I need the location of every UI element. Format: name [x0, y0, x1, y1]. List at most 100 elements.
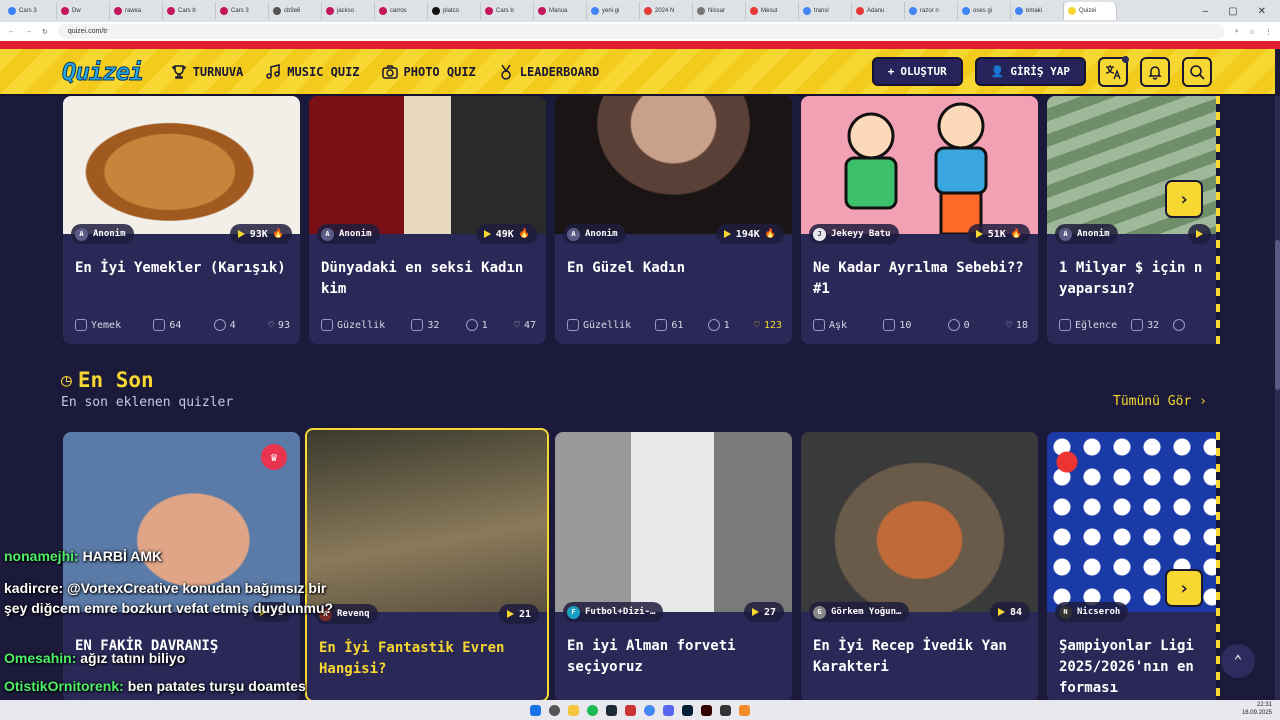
browser-tab[interactable]: Cars 3 [216, 2, 269, 20]
quiz-card[interactable]: F Futbol+Dizi-… 27 En iyi Alman forveti s… [555, 432, 792, 700]
quiz-card[interactable]: A Anonim 49K 🔥 Dünyadaki en seksi Kadın ki… [309, 96, 546, 344]
browser-tab[interactable]: bmaki [1011, 2, 1064, 20]
author-pill[interactable]: G Görkem Yoğun… [809, 602, 910, 622]
zoom-icon[interactable]: ⌕ [1235, 28, 1239, 36]
notifications-button[interactable] [1140, 56, 1170, 87]
chrome-icon[interactable] [644, 704, 655, 716]
browser-tab[interactable]: razor n [905, 2, 958, 20]
author-pill[interactable]: A Anonim [1055, 224, 1118, 244]
scrollbar-thumb[interactable] [1275, 240, 1280, 390]
browser-tab[interactable]: cb9a6 [269, 2, 322, 20]
browser-tab[interactable]: rawxa [110, 2, 163, 20]
carousel-next-button[interactable]: › [1165, 569, 1203, 607]
gallery-icon [411, 319, 424, 331]
browser-tab-active[interactable]: Quizei [1064, 2, 1117, 20]
play-count: 21 [498, 604, 539, 624]
browser-tab[interactable]: Cars b [163, 2, 216, 20]
clock-icon: ◷ [61, 369, 72, 391]
nav-music-quiz[interactable]: MUSIC QUIZ [265, 63, 360, 80]
medal-icon [501, 64, 511, 80]
site-logo[interactable]: Quizei [62, 57, 145, 86]
quiz-title[interactable]: En iyi Alman forveti seçiyoruz [567, 636, 782, 678]
quiz-card-highlighted[interactable]: R Revenq 21 En İyi Fantastik Evren Hangis… [305, 428, 549, 700]
carousel-next-button[interactable]: › [1165, 180, 1203, 218]
browser-tab[interactable]: jackso [322, 2, 375, 20]
quiz-card-partial[interactable]: N Nicseroh Şampiyonlar Ligi 2025/2026'nın… [1047, 432, 1219, 700]
quiz-card[interactable]: A Anonim 194K 🔥 En Güzel Kadın Güzellik 61… [555, 96, 792, 344]
search-icon[interactable] [549, 704, 560, 716]
user-icon: 👤 [990, 65, 1005, 78]
browser-tab[interactable]: yeni gi [587, 2, 640, 20]
see-all-link[interactable]: Tümünü Gör › [1113, 394, 1207, 409]
browser-tab[interactable]: oses gi [958, 2, 1011, 20]
quiz-title[interactable]: En Güzel Kadın [567, 258, 782, 279]
scrollbar-track[interactable] [1275, 96, 1280, 700]
back-icon[interactable]: ← [8, 28, 15, 35]
avatar: A [1059, 227, 1072, 241]
like-count: ♡ 47 [513, 319, 536, 331]
question-count: 32 [411, 319, 439, 331]
quiz-thumbnail [555, 96, 792, 234]
nav-photo-quiz[interactable]: PHOTO QUIZ [381, 64, 476, 80]
browser-tab[interactable]: Nissar [693, 2, 746, 20]
quiz-card[interactable]: G Görkem Yoğun… 84 En İyi Recep İvedik Ya… [801, 432, 1038, 700]
steam-icon[interactable] [606, 704, 617, 716]
quiz-card[interactable]: A Anonim 93K 🔥 En İyi Yemekler (Karışık) Y… [63, 96, 300, 344]
browser-tab[interactable]: Manua [534, 2, 587, 20]
minimize-icon[interactable]: – [1203, 6, 1209, 17]
author-pill[interactable]: A Anonim [71, 224, 134, 244]
gallery-icon [655, 319, 668, 331]
quiz-card-partial[interactable]: A Anonim 1 Milyar $ için n yaparsın? Eğle… [1047, 96, 1219, 344]
author-pill[interactable]: F Futbol+Dizi-… [563, 602, 664, 622]
search-button[interactable] [1182, 56, 1212, 87]
browser-tab[interactable]: Mesut [746, 2, 799, 20]
blender-icon[interactable] [739, 704, 750, 716]
quiz-title[interactable]: En İyi Fantastik Evren Hangisi? [319, 638, 534, 680]
forward-icon[interactable]: → [25, 28, 32, 35]
start-icon[interactable] [530, 704, 541, 716]
quiz-title[interactable]: Şampiyonlar Ligi 2025/2026'nın en formas… [1059, 636, 1219, 699]
language-button[interactable] [1098, 55, 1129, 87]
close-icon[interactable]: ✕ [1258, 6, 1266, 17]
browser-tab[interactable]: Adanu [852, 2, 905, 20]
author-pill[interactable]: A Anonim [317, 224, 380, 244]
quiz-title[interactable]: En İyi Recep İvedik Yan Karakteri [813, 636, 1028, 678]
create-button[interactable]: + OLUŞTUR [871, 57, 963, 86]
gallery-icon [1131, 319, 1144, 331]
app-icon[interactable] [720, 704, 731, 716]
reload-icon[interactable]: ↻ [42, 28, 48, 36]
author-pill[interactable]: N Nicseroh [1055, 602, 1129, 622]
maximize-icon[interactable]: ▢ [1228, 6, 1237, 17]
browser-tab[interactable]: Dw [57, 2, 110, 20]
category: Yemek [75, 319, 121, 331]
translate-icon [1105, 64, 1121, 79]
browser-tab[interactable]: Cars 3 [4, 2, 57, 20]
spotify-icon[interactable] [587, 704, 598, 716]
scroll-to-top-button[interactable]: ⌃ [1221, 644, 1255, 678]
illustrator-icon[interactable] [701, 704, 712, 716]
browser-tab[interactable]: carros [375, 2, 428, 20]
author-pill[interactable]: J Jekeyy Batu [809, 224, 899, 244]
browser-tab[interactable]: 2024 N [640, 2, 693, 20]
photoshop-icon[interactable] [682, 704, 693, 716]
bookmark-star-icon[interactable]: ☆ [1249, 28, 1255, 36]
quiz-card[interactable]: J Jekeyy Batu 51K 🔥 Ne Kadar Ayrılma Sebeb… [801, 96, 1038, 344]
folder-icon[interactable] [568, 704, 579, 716]
browser-tab[interactable]: platco [428, 2, 481, 20]
browser-tab[interactable]: Cars b [481, 2, 534, 20]
quiz-title[interactable]: Ne Kadar Ayrılma Sebebi?? #1 [813, 258, 1028, 300]
menu-dots-icon[interactable]: ⋮ [1265, 28, 1272, 36]
browser-tab[interactable]: transl [799, 2, 852, 20]
nav-leaderboard[interactable]: LEADERBOARD [498, 64, 599, 80]
login-button[interactable]: 👤 GİRİŞ YAP [974, 57, 1086, 86]
quiz-title[interactable]: 1 Milyar $ için n yaparsın? [1059, 258, 1219, 300]
nav-turnuva[interactable]: TURNUVA [171, 64, 243, 80]
discord-icon[interactable] [663, 704, 674, 716]
quiz-title[interactable]: En İyi Yemekler (Karışık) [75, 258, 290, 279]
url-field[interactable]: quizei.com/tr [57, 24, 1225, 39]
app-icon[interactable] [625, 704, 636, 716]
quiz-title[interactable]: Dünyadaki en seksi Kadın kim [321, 258, 536, 300]
comment-icon [707, 319, 720, 331]
author-pill[interactable]: A Anonim [563, 224, 626, 244]
avatar: N [1059, 605, 1072, 619]
